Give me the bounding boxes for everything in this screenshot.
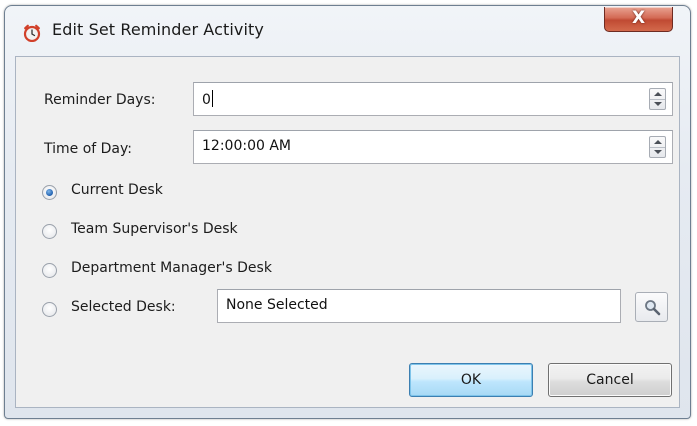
reminder-days-label: Reminder Days: bbox=[44, 92, 156, 108]
radio-button[interactable] bbox=[42, 263, 57, 278]
time-of-day-value: 12:00:00 AM bbox=[202, 138, 291, 154]
radio-button-checked[interactable] bbox=[42, 185, 57, 200]
radio-label-department-manager-desk[interactable]: Department Manager's Desk bbox=[71, 260, 272, 276]
radio-label-selected-desk[interactable]: Selected Desk: bbox=[71, 299, 176, 315]
time-of-day-label: Time of Day: bbox=[44, 141, 132, 157]
time-of-day-stepper[interactable] bbox=[649, 136, 666, 158]
stepper-down-icon[interactable] bbox=[650, 147, 665, 157]
radio-label-current-desk[interactable]: Current Desk bbox=[71, 182, 163, 198]
dialog-title: Edit Set Reminder Activity bbox=[52, 20, 264, 39]
selected-desk-value: None Selected bbox=[226, 297, 328, 313]
radio-button[interactable] bbox=[42, 302, 57, 317]
reminder-days-field[interactable]: 0 bbox=[193, 82, 673, 116]
magnifier-icon bbox=[645, 300, 661, 316]
search-desk-button[interactable] bbox=[635, 292, 668, 322]
reminder-days-stepper[interactable] bbox=[649, 88, 666, 110]
dialog-client-area: Reminder Days: 0 Time of Day: 12:00:00 A… bbox=[15, 56, 680, 408]
selected-desk-field[interactable]: None Selected bbox=[217, 289, 621, 323]
text-caret bbox=[211, 90, 213, 107]
radio-label-team-supervisor-desk[interactable]: Team Supervisor's Desk bbox=[71, 221, 238, 237]
alarm-clock-icon bbox=[23, 24, 41, 43]
cancel-button[interactable]: Cancel bbox=[548, 363, 672, 397]
close-button[interactable]: X bbox=[604, 7, 673, 32]
ok-button[interactable]: OK bbox=[409, 363, 533, 397]
radio-button[interactable] bbox=[42, 224, 57, 239]
reminder-days-value: 0 bbox=[202, 92, 211, 108]
dialog-window: Edit Set Reminder Activity X Reminder Da… bbox=[4, 5, 691, 419]
close-icon: X bbox=[631, 8, 646, 28]
time-of-day-field[interactable]: 12:00:00 AM bbox=[193, 130, 673, 164]
title-bar[interactable]: Edit Set Reminder Activity bbox=[5, 6, 690, 56]
stepper-down-icon[interactable] bbox=[650, 99, 665, 109]
